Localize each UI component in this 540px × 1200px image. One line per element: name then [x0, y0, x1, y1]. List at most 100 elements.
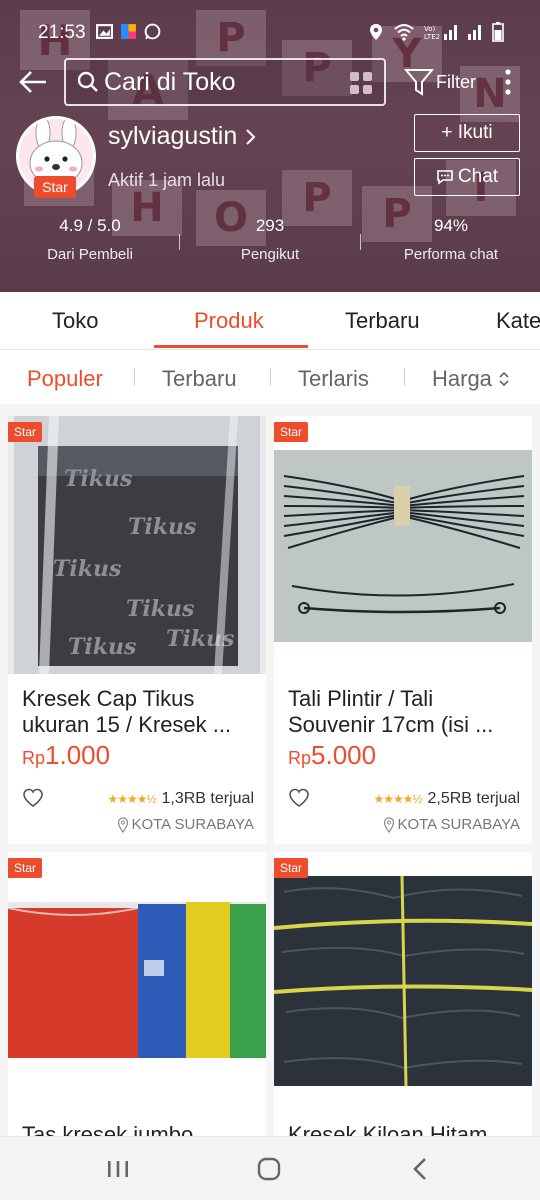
sort-terlaris[interactable]: Terlaris — [298, 366, 369, 392]
more-icon[interactable] — [496, 64, 520, 100]
filter-icon — [404, 69, 434, 96]
stat-rating-label: Dari Pembeli — [47, 246, 133, 263]
shop-stats: 4.9 / 5.0 Dari Pembeli 293 Pengikut 94% … — [0, 216, 540, 276]
chat-button[interactable]: Chat — [414, 158, 520, 196]
sort-terbaru[interactable]: Terbaru — [162, 366, 237, 392]
tab-terbaru[interactable]: Terbaru — [345, 308, 420, 334]
price-amount: 5.000 — [311, 740, 377, 770]
product-image — [274, 416, 532, 674]
sold-count: 2,5RB terjual — [427, 790, 521, 807]
shop-tabs: Toko Produk Terbaru Kate — [0, 292, 540, 350]
chat-icon — [437, 170, 453, 185]
active-status: Aktif 1 jam lalu — [108, 170, 226, 190]
follow-button[interactable]: + Ikuti — [414, 114, 520, 152]
stat-followers-label: Pengikut — [240, 246, 300, 263]
rating-sold: ★★★★½ 2,5RB terjual — [373, 790, 520, 808]
stat-rating: 4.9 / 5.0 Dari Pembeli — [0, 216, 180, 263]
notification-icons — [96, 23, 161, 40]
location-text: KOTA SURABAYA — [397, 816, 520, 833]
location-pin-icon — [118, 816, 129, 833]
product-title: Kresek Cap Tikus ukuran 15 / Kresek ... — [22, 686, 232, 737]
grid-icon[interactable] — [348, 70, 374, 96]
product-card[interactable]: Tikus Tikus Tikus Tikus Tikus Tikus Star… — [8, 416, 266, 844]
app-icon — [121, 24, 136, 39]
sort-arrows-icon — [499, 371, 509, 387]
sort-populer[interactable]: Populer — [27, 366, 103, 392]
rating-stars: ★★★★½ — [107, 792, 156, 806]
location: KOTA SURABAYA — [383, 816, 520, 833]
star-badge: Star — [274, 858, 309, 878]
rating-stars: ★★★★½ — [373, 792, 422, 806]
price-currency: Rp — [22, 748, 46, 768]
star-badge: Star — [8, 422, 43, 442]
svg-text:Tikus: Tikus — [128, 514, 196, 540]
home-icon[interactable] — [251, 1155, 287, 1183]
status-time: 21:53 — [38, 22, 86, 43]
sold-count: 1,3RB terjual — [161, 790, 255, 807]
product-price: Rp5.000 — [288, 740, 376, 771]
whatsapp-icon — [144, 23, 161, 40]
location-icon — [370, 24, 382, 40]
stat-chat-performance: 94% Performa chat — [361, 216, 540, 263]
location-text: KOTA SURABAYA — [131, 816, 254, 833]
tab-produk[interactable]: Produk — [194, 308, 264, 334]
sort-divider — [270, 368, 271, 386]
search-input[interactable]: Cari di Toko — [64, 58, 386, 106]
shop-info: Star sylviagustin Aktif 1 jam lalu + Iku… — [0, 110, 540, 210]
location-pin-icon — [384, 816, 395, 833]
heart-icon[interactable] — [288, 788, 310, 808]
svg-text:Tikus: Tikus — [68, 634, 136, 660]
stat-chat-value: 94% — [433, 216, 469, 235]
star-badge: Star — [8, 858, 43, 878]
stat-followers[interactable]: 293 Pengikut — [180, 216, 360, 263]
sort-harga[interactable]: Harga — [432, 366, 510, 392]
svg-text:LTE2: LTE2 — [424, 33, 440, 41]
shop-name[interactable]: sylviagustin — [108, 122, 257, 151]
battery-icon — [492, 22, 504, 42]
rating-sold: ★★★★½ 1,3RB terjual — [107, 790, 254, 808]
back-arrow-icon[interactable] — [16, 64, 52, 100]
heart-icon[interactable] — [22, 788, 44, 808]
product-card[interactable]: Star Tas kresek jumbo — [8, 852, 266, 1136]
product-card[interactable]: Star Kresek Kiloan Hitam — [274, 852, 532, 1136]
svg-text:Tikus: Tikus — [53, 556, 121, 582]
product-image — [274, 852, 532, 1110]
top-bar: Cari di Toko Filter — [0, 56, 540, 110]
system-icons: Vo) LTE2 — [368, 22, 504, 42]
chat-label: Chat — [457, 166, 499, 187]
tab-kategori[interactable]: Kate — [496, 308, 540, 334]
recents-icon[interactable] — [100, 1155, 136, 1183]
sort-harga-label: Harga — [432, 366, 492, 391]
product-title: Tas kresek jumbo — [22, 1122, 194, 1136]
product-title: Tali Plintir / Tali Souvenir 17cm (isi .… — [288, 686, 494, 737]
sort-bar: Populer Terbaru Terlaris Harga — [0, 350, 540, 404]
chevron-right-icon — [246, 128, 256, 145]
svg-text:Tikus: Tikus — [64, 466, 132, 492]
tab-toko[interactable]: Toko — [52, 308, 98, 334]
search-placeholder: Cari di Toko — [104, 67, 236, 96]
shop-name-text: sylviagustin — [108, 122, 238, 150]
back-nav-icon[interactable] — [403, 1155, 439, 1183]
signal-icon: Vo)LTE2 — [424, 25, 457, 41]
filter-label: Filter — [436, 71, 476, 92]
star-seller-badge: Star — [34, 176, 76, 198]
android-nav-bar — [0, 1136, 540, 1200]
filter-button[interactable]: Filter — [404, 62, 476, 102]
stat-chat-label: Performa chat — [403, 246, 499, 263]
location: KOTA SURABAYA — [117, 816, 254, 833]
stat-followers-value: 293 — [255, 216, 285, 235]
status-bar: 21:53 Vo) LTE2 — [0, 0, 540, 64]
gallery-icon — [96, 24, 113, 39]
sort-divider — [134, 368, 135, 386]
price-amount: 1.000 — [45, 740, 111, 770]
active-tab-indicator — [154, 345, 308, 348]
shop-header: H A P P Y S H O P P I N 21:53 Vo)LTE2 — [0, 0, 540, 292]
product-price: Rp1.000 — [22, 740, 110, 771]
product-card[interactable]: Star Tali Plintir / Tali Souvenir 17cm (… — [274, 416, 532, 844]
price-currency: Rp — [288, 748, 312, 768]
svg-text:Tikus: Tikus — [126, 596, 194, 622]
star-badge: Star — [274, 422, 309, 442]
svg-text:Vo): Vo) — [424, 25, 436, 33]
wifi-icon — [394, 24, 414, 41]
sort-divider — [404, 368, 405, 386]
